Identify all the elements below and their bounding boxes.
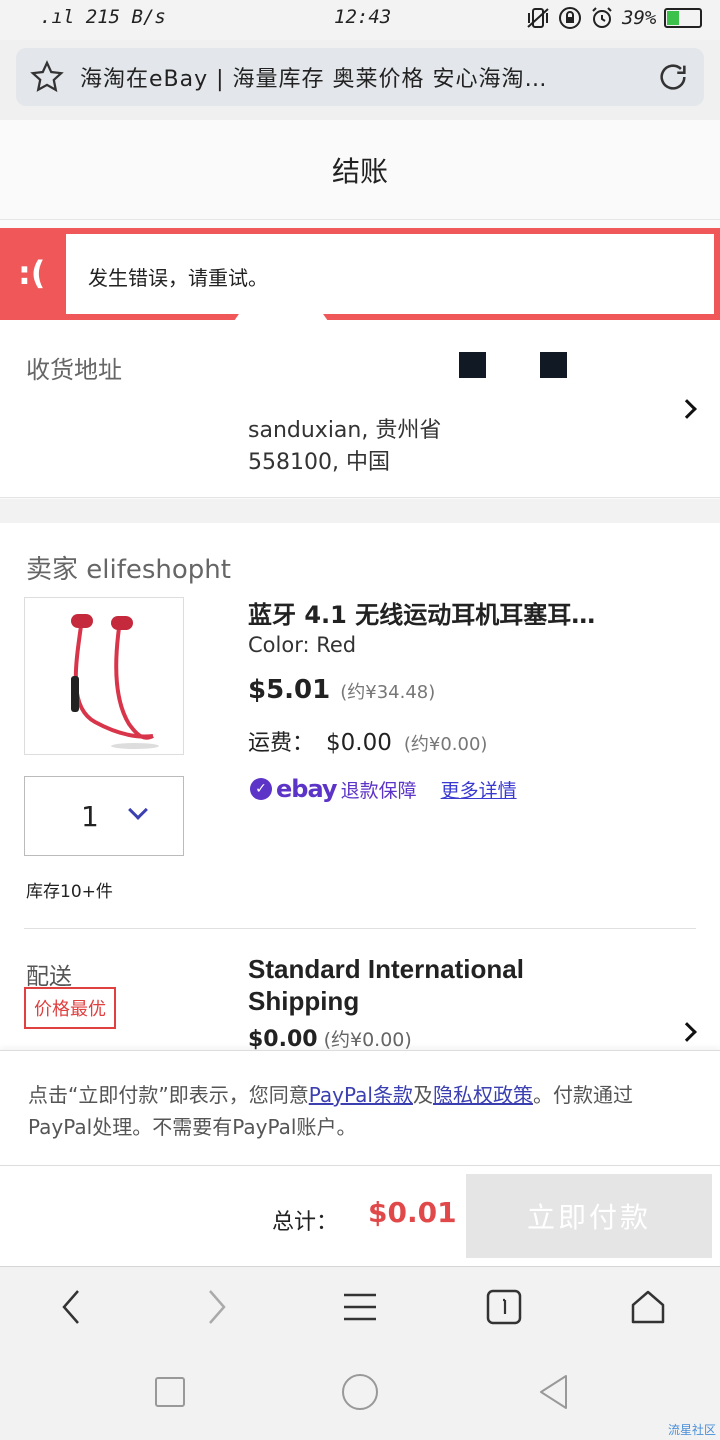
arrow-right-icon	[209, 1290, 226, 1324]
error-message: 发生错误，请重试。	[88, 266, 268, 290]
shipping-cost: 运费： $0.00 (约¥0.00)	[248, 725, 487, 757]
status-icons: 39%	[526, 6, 703, 30]
earphones-image	[71, 614, 159, 749]
best-price-badge: 价格最优	[24, 987, 116, 1029]
item-color: Color: Red	[248, 633, 357, 657]
address-label: 收货地址	[26, 356, 122, 384]
payment-terms: 点击“立即付款”即表示，您同意PayPal条款及隐私权政策。付款通过PayPal…	[0, 1050, 720, 1166]
home-button[interactable]	[628, 1287, 668, 1327]
product-image[interactable]	[24, 597, 184, 755]
system-home-button[interactable]	[340, 1372, 380, 1412]
address-bar[interactable]: 海淘在eBay | 海量库存 奥莱价格 安心海淘…	[16, 48, 704, 106]
address-line-1: sanduxian, 贵州省	[248, 418, 442, 443]
shipping-cost-label: 运费：	[248, 731, 315, 756]
delivery-label: 配送	[26, 964, 72, 990]
chevron-right-icon[interactable]	[677, 1022, 697, 1042]
battery-icon	[664, 8, 703, 28]
forward-button[interactable]	[196, 1287, 236, 1327]
battery-percent: 39%	[622, 7, 657, 29]
circle-icon	[342, 1374, 378, 1410]
tabs-icon	[486, 1289, 522, 1325]
home-icon	[631, 1290, 665, 1324]
total-value: $0.01	[368, 1196, 457, 1229]
arrow-left-icon	[62, 1290, 79, 1324]
section-gap	[0, 499, 720, 523]
page-title: 结账	[331, 154, 388, 188]
pay-now-button[interactable]: 立即付款	[466, 1174, 712, 1258]
shipping-method-price-approx: (约¥0.00)	[323, 1029, 412, 1051]
terms-text-before: 点击“立即付款”即表示，您同意	[28, 1083, 309, 1107]
ebay-logo: ebay	[276, 775, 338, 803]
money-back-guarantee: ✓ ebay 退款保障 更多详情	[250, 775, 517, 803]
menu-icon	[344, 1293, 376, 1321]
clock: 12:43	[334, 6, 392, 28]
browser-toolbar	[0, 1266, 720, 1346]
sad-face-icon: :(	[18, 254, 46, 292]
guarantee-text: 退款保障	[340, 779, 417, 802]
checkout-header: 结账	[0, 120, 720, 220]
recents-button[interactable]	[150, 1372, 190, 1412]
checkmark-icon: ✓	[250, 778, 272, 800]
terms-and: 及	[412, 1083, 433, 1107]
error-message-box: 发生错误，请重试。	[66, 234, 714, 314]
more-details-link[interactable]: 更多详情	[441, 776, 517, 803]
triangle-back-icon	[540, 1375, 567, 1409]
quantity-select[interactable]: 1	[24, 776, 184, 856]
chevron-down-icon	[128, 800, 148, 820]
shipping-cost-approx: (约¥0.00)	[403, 734, 488, 755]
total-label: 总计：	[272, 1210, 339, 1235]
shipping-method-price: $0.00 (约¥0.00)	[248, 1025, 412, 1052]
divider	[24, 928, 696, 929]
watermark: 流星社区	[667, 1423, 716, 1437]
system-back-button[interactable]	[534, 1372, 574, 1412]
tabs-button[interactable]	[484, 1287, 524, 1327]
seller-name: 卖家 elifeshopht	[26, 555, 231, 585]
chevron-right-icon[interactable]	[677, 399, 697, 419]
status-bar: .ıl 215 B/s 12:43 39%	[0, 0, 720, 40]
redaction-block	[459, 352, 486, 378]
menu-button[interactable]	[340, 1287, 380, 1327]
refresh-icon[interactable]	[656, 60, 690, 94]
page-title-url[interactable]: 海淘在eBay | 海量库存 奥莱价格 安心海淘…	[80, 61, 656, 93]
shipping-cost-value: $0.00	[326, 730, 392, 756]
shipping-method[interactable]: Standard International Shipping	[248, 953, 608, 1017]
lock-rotation-icon	[559, 7, 581, 29]
checkout-page: 结账 :( 发生错误，请重试。 收货地址 sanduxian, 贵州省 5581…	[0, 120, 720, 1266]
shipping-method-price-value: $0.00	[248, 1027, 318, 1052]
network-speed: .ıl 215 B/s	[40, 6, 166, 28]
system-nav-bar: 流星社区	[0, 1346, 720, 1440]
error-banner: :( 发生错误，请重试。	[0, 228, 720, 321]
redaction-block	[540, 352, 567, 378]
star-icon[interactable]	[30, 60, 64, 94]
price-approx: (约¥34.48)	[340, 682, 436, 703]
quantity-value: 1	[81, 799, 99, 833]
shipping-address-section[interactable]: 收货地址 sanduxian, 贵州省 558100, 中国	[0, 320, 720, 498]
item-title[interactable]: 蓝牙 4.1 无线运动耳机耳塞耳…	[248, 595, 688, 630]
item-price: $5.01 (约¥34.48)	[248, 675, 435, 705]
paypal-terms-link[interactable]: PayPal条款	[309, 1083, 413, 1107]
vibrate-icon	[527, 8, 549, 28]
total-bar: 总计： $0.01 立即付款	[0, 1166, 720, 1266]
stock-info: 库存10+件	[26, 882, 113, 902]
square-icon	[155, 1377, 185, 1407]
back-button[interactable]	[52, 1287, 92, 1327]
price-value: $5.01	[248, 675, 331, 705]
privacy-policy-link[interactable]: 隐私权政策	[433, 1083, 533, 1107]
alarm-icon	[592, 7, 612, 28]
address-line-2: 558100, 中国	[248, 450, 390, 475]
